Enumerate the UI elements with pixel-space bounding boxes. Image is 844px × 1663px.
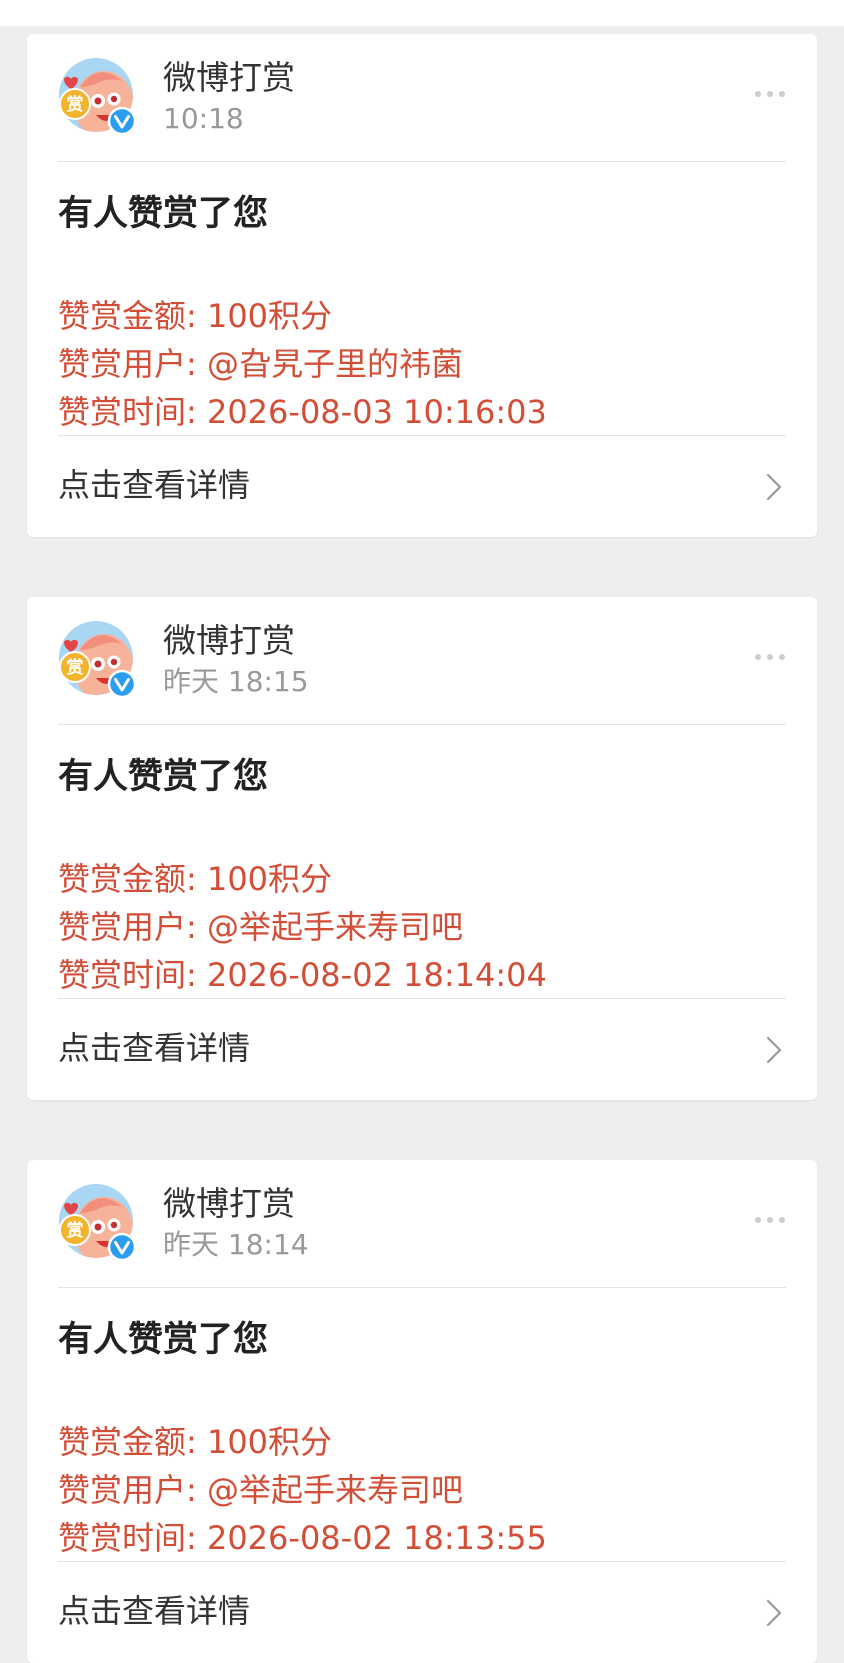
verified-badge-icon xyxy=(107,1232,137,1262)
avatar[interactable]: 赏 xyxy=(58,1183,138,1263)
reward-amount: 赞赏金额: 100积分 xyxy=(58,297,333,335)
view-details-label: 点击查看详情 xyxy=(58,1029,251,1067)
notification-title: 有人赞赏了您 xyxy=(58,1320,269,1360)
avatar[interactable]: 赏 xyxy=(58,620,138,700)
view-details-row[interactable]: 点击查看详情 xyxy=(27,436,817,537)
avatar[interactable]: 赏 xyxy=(58,57,138,137)
notification-card: 赏 微博打赏 昨天 18:14 有人赞赏了您 赞赏金额: 100积分 赞赏用户:… xyxy=(27,1160,817,1663)
card-header[interactable]: 赏 微博打赏 10:18 xyxy=(27,34,817,161)
top-strip xyxy=(0,0,844,26)
timestamp: 10:18 xyxy=(163,102,244,135)
verified-badge-icon xyxy=(107,669,137,699)
avatar-image: 赏 xyxy=(59,1184,137,1262)
notification-card: 赏 微博打赏 10:18 有人赞赏了您 赞赏金额: 100积分 赞赏用户: @旮… xyxy=(27,34,817,537)
divider xyxy=(58,724,786,725)
avatar-image: 赏 xyxy=(59,621,137,699)
svg-text:赏: 赏 xyxy=(67,1220,84,1241)
more-dots-icon[interactable] xyxy=(753,651,787,663)
reward-user[interactable]: 赞赏用户: @旮旯子里的祎菌 xyxy=(58,344,463,384)
divider xyxy=(58,1287,786,1288)
view-details-label: 点击查看详情 xyxy=(58,1592,251,1630)
sender-name[interactable]: 微博打赏 xyxy=(163,1184,295,1224)
view-details-row[interactable]: 点击查看详情 xyxy=(27,999,817,1100)
svg-text:赏: 赏 xyxy=(67,94,84,115)
notification-title: 有人赞赏了您 xyxy=(58,194,269,234)
reward-time: 赞赏时间: 2026-08-02 18:14:04 xyxy=(58,956,547,994)
reward-amount: 赞赏金额: 100积分 xyxy=(58,860,333,898)
reward-user[interactable]: 赞赏用户: @举起手来寿司吧 xyxy=(58,1470,463,1510)
timestamp: 昨天 18:15 xyxy=(163,665,309,698)
card-header[interactable]: 赏 微博打赏 昨天 18:14 xyxy=(27,1160,817,1287)
reward-amount: 赞赏金额: 100积分 xyxy=(58,1423,333,1461)
svg-text:赏: 赏 xyxy=(67,657,84,678)
reward-time: 赞赏时间: 2026-08-03 10:16:03 xyxy=(58,393,547,431)
avatar-image: 赏 xyxy=(59,58,137,136)
divider xyxy=(58,161,786,162)
view-details-row[interactable]: 点击查看详情 xyxy=(27,1562,817,1663)
view-details-label: 点击查看详情 xyxy=(58,466,251,504)
chevron-right-icon xyxy=(765,1035,783,1065)
sender-name[interactable]: 微博打赏 xyxy=(163,58,295,98)
reward-user[interactable]: 赞赏用户: @举起手来寿司吧 xyxy=(58,907,463,947)
sender-name[interactable]: 微博打赏 xyxy=(163,621,295,661)
reward-time: 赞赏时间: 2026-08-02 18:13:55 xyxy=(58,1519,547,1557)
more-dots-icon[interactable] xyxy=(753,1214,787,1226)
notification-card: 赏 微博打赏 昨天 18:15 有人赞赏了您 赞赏金额: 100积分 赞赏用户:… xyxy=(27,597,817,1100)
chevron-right-icon xyxy=(765,472,783,502)
timestamp: 昨天 18:14 xyxy=(163,1228,309,1261)
card-header[interactable]: 赏 微博打赏 昨天 18:15 xyxy=(27,597,817,724)
more-dots-icon[interactable] xyxy=(753,88,787,100)
notification-title: 有人赞赏了您 xyxy=(58,757,269,797)
chevron-right-icon xyxy=(765,1598,783,1628)
verified-badge-icon xyxy=(107,106,137,136)
